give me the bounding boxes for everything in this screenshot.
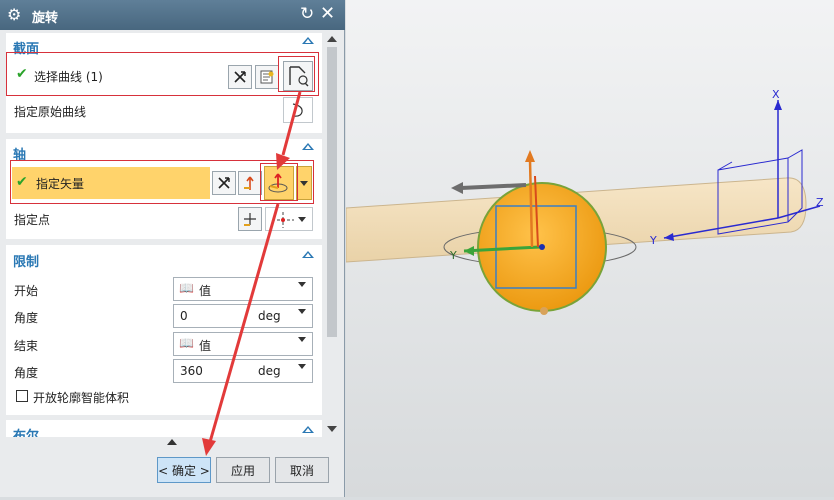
reset-icon[interactable]: ↻ [300, 4, 314, 24]
start-angle-unit: deg [258, 309, 281, 323]
chevron-down-icon[interactable] [298, 309, 306, 314]
annotation-box-curve [6, 52, 319, 96]
limits-header[interactable]: 限制 [6, 245, 322, 270]
start-mode-value: 值 [199, 284, 212, 298]
point-inferred-icon [272, 212, 294, 228]
annotation-box-icon-curve [278, 56, 315, 92]
collapse-caret-icon[interactable] [302, 426, 314, 433]
end-angle-value: 360 [180, 364, 203, 378]
ok-button[interactable]: < 确定 > [157, 457, 211, 483]
y-axis-label-left: Y [449, 249, 457, 262]
specify-origin-curve-label: 指定原始曲线 [14, 105, 87, 119]
collapse-caret-icon[interactable] [302, 143, 314, 150]
collapse-caret-icon[interactable] [302, 37, 314, 44]
boolean-panel: 布尔 [6, 420, 322, 437]
start-mode-select[interactable]: 📖 值 [173, 277, 313, 301]
graphics-viewport[interactable]: Y X Y Z [345, 0, 834, 497]
end-angle-label: 角度 [14, 366, 39, 380]
dialog-title-bar[interactable]: ⚙ 旋转 ↻ ✕ [0, 0, 345, 30]
end-label: 结束 [14, 339, 39, 353]
end-angle-input[interactable]: 360 deg [173, 359, 313, 383]
apply-button[interactable]: 应用 [216, 457, 270, 483]
start-angle-value: 0 [180, 309, 188, 323]
open-profile-label: 开放轮廓智能体积 [33, 391, 130, 405]
scroll-up-icon[interactable] [327, 36, 337, 42]
origin-curve-icon[interactable] [283, 97, 313, 123]
values-icon: 📖 [179, 336, 194, 350]
gear-icon[interactable]: ⚙ [7, 5, 21, 25]
boolean-title: 布尔 [13, 429, 40, 437]
end-angle-unit: deg [258, 364, 281, 378]
annotation-box-icon-vector [260, 163, 298, 201]
point-dialog-icon[interactable] [238, 207, 262, 231]
start-angle-input[interactable]: 0 deg [173, 304, 313, 328]
chevron-down-icon [298, 337, 306, 342]
close-icon[interactable]: ✕ [320, 4, 335, 24]
dialog-scrollbar[interactable] [325, 33, 339, 437]
values-icon: 📖 [179, 281, 194, 295]
x-axis-label: X [772, 88, 780, 101]
model-scene[interactable]: Y X Y Z [345, 0, 834, 497]
boolean-header[interactable]: 布尔 [6, 420, 322, 437]
collapse-dialog-icon[interactable] [167, 439, 177, 445]
start-label: 开始 [14, 284, 39, 298]
limits-panel: 限制 开始 📖 值 角度 0 deg 结束 📖 值 角度 360 deg 开放轮… [6, 245, 322, 415]
start-angle-label: 角度 [14, 311, 39, 325]
specify-point-label: 指定点 [14, 213, 51, 227]
y-axis-label-right: Y [649, 234, 657, 247]
scroll-thumb[interactable] [327, 47, 337, 337]
scroll-down-icon[interactable] [327, 426, 337, 432]
z-axis-label: Z [816, 196, 824, 209]
end-mode-value: 值 [199, 339, 212, 353]
chevron-down-icon [298, 217, 306, 222]
dialog-title: 旋转 [32, 11, 59, 26]
cancel-button[interactable]: 取消 [275, 457, 329, 483]
chevron-down-icon[interactable] [298, 364, 306, 369]
collapse-caret-icon[interactable] [302, 251, 314, 258]
open-profile-checkbox[interactable] [16, 390, 28, 402]
end-mode-select[interactable]: 📖 值 [173, 332, 313, 356]
chevron-down-icon [298, 282, 306, 287]
limits-title: 限制 [13, 255, 40, 270]
point-inferred-dropdown[interactable] [265, 207, 313, 231]
